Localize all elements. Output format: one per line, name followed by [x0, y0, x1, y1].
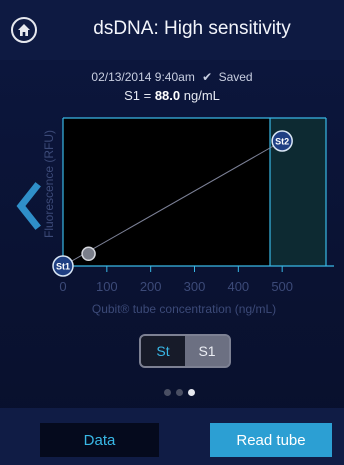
saved-label: Saved	[218, 70, 253, 84]
home-button[interactable]	[11, 17, 37, 43]
sample-point	[81, 246, 96, 261]
page-dot-active[interactable]	[188, 389, 195, 396]
x-tick-label: 0	[59, 279, 66, 294]
previous-chevron-icon[interactable]	[14, 181, 44, 231]
checkmark-icon: ✔	[202, 70, 213, 84]
toggle-st[interactable]: St	[141, 336, 185, 366]
x-tick-label: 400	[227, 279, 249, 294]
standard-marker-label: St2	[275, 137, 289, 147]
standard-curve-chart: 0 100 200 300 400 500 St1 St2 Fluorescence (RF…	[42, 117, 334, 316]
page-indicator	[164, 389, 195, 396]
page-dot[interactable]	[164, 389, 171, 396]
x-tick-label: 100	[96, 279, 118, 294]
timestamp: 02/13/2014 9:40am	[91, 70, 195, 84]
read-tube-button[interactable]: Read tube	[210, 423, 332, 457]
standard-marker-label: St1	[56, 262, 70, 272]
timestamp-row: 02/13/2014 9:40am ✔ Saved	[0, 70, 344, 84]
standard-sample-toggle: St S1	[139, 334, 231, 368]
x-axis-label: Qubit® tube concentration (ng/mL)	[92, 302, 276, 316]
x-tick-label: 500	[271, 279, 293, 294]
header: dsDNA: High sensitivity	[0, 0, 344, 60]
x-tick-label: 200	[140, 279, 162, 294]
result-label: S1 =	[124, 88, 152, 103]
toggle-s1[interactable]: S1	[185, 336, 229, 366]
data-button[interactable]: Data	[40, 423, 159, 457]
result-value: 88.0	[154, 88, 181, 103]
result-row: S1 = 88.0 ng/mL	[0, 88, 344, 103]
result-unit: ng/mL	[183, 88, 220, 103]
screen: dsDNA: High sensitivity 02/13/2014 9:40a…	[0, 0, 344, 465]
home-icon	[18, 24, 30, 36]
page-dot[interactable]	[176, 389, 183, 396]
y-axis-label: Fluorescence (RFU)	[42, 130, 56, 238]
x-tick-label: 300	[184, 279, 206, 294]
page-title: dsDNA: High sensitivity	[93, 18, 291, 39]
